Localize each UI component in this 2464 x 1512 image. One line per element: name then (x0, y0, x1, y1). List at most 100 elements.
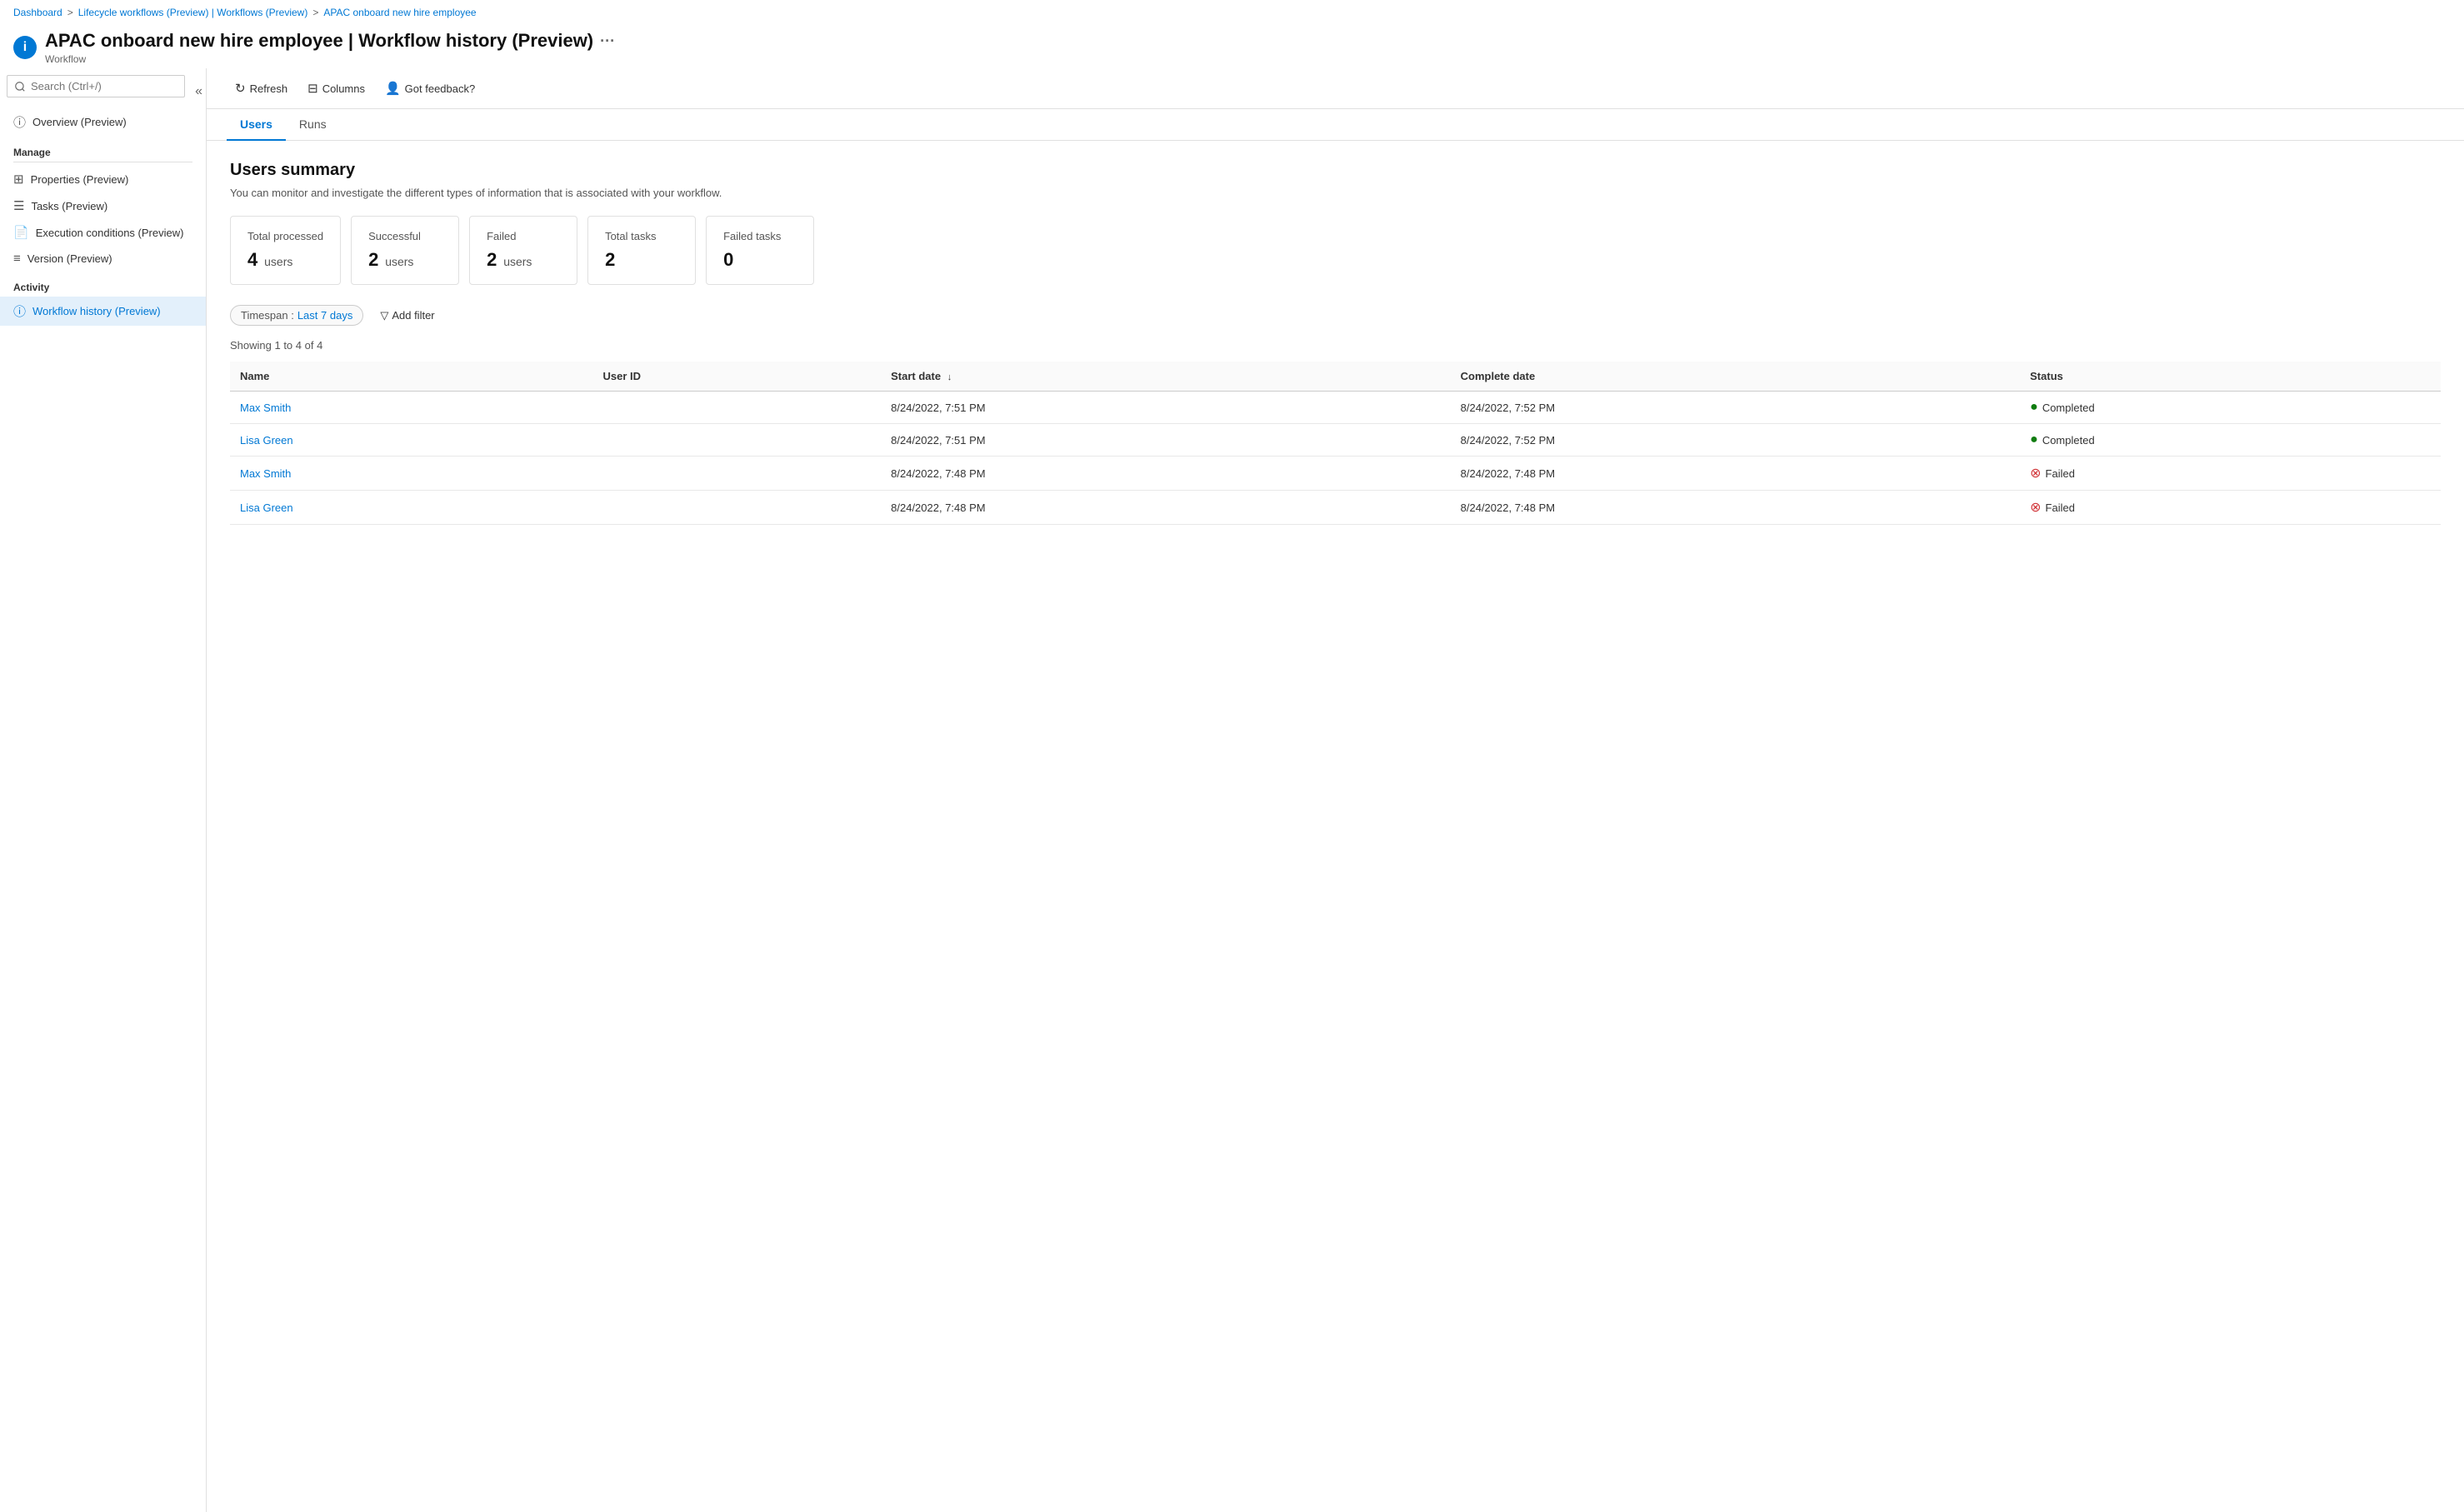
cell-status: ⊗ Failed (2020, 491, 2441, 525)
breadcrumb-dashboard[interactable]: Dashboard (13, 7, 62, 18)
cell-user-id (592, 491, 881, 525)
card-failed-tasks-label: Failed tasks (723, 230, 797, 242)
add-filter-icon: ▽ (380, 309, 388, 322)
users-table: Name User ID Start date ↓ Complete date … (230, 362, 2441, 525)
timespan-filter[interactable]: Timespan : Last 7 days (230, 305, 363, 326)
feedback-icon: 👤 (385, 81, 401, 96)
info-icon: ⓘ (13, 113, 26, 131)
table-row: Lisa Green 8/24/2022, 7:48 PM 8/24/2022,… (230, 491, 2441, 525)
refresh-icon: ↻ (235, 81, 246, 96)
sidebar-search-row: « (0, 75, 206, 107)
tab-runs[interactable]: Runs (286, 109, 340, 141)
cell-complete-date: 8/24/2022, 7:52 PM (1451, 424, 2021, 457)
status-failed-icon: ⊗ (2030, 465, 2041, 482)
status-badge: ⊗ Failed (2030, 499, 2431, 516)
cell-start-date: 8/24/2022, 7:51 PM (881, 424, 1451, 457)
status-label: Failed (2046, 467, 2075, 480)
card-failed-label: Failed (487, 230, 560, 242)
content-area: ↻ Refresh ⊟ Columns 👤 Got feedback? User… (207, 68, 2464, 1512)
sort-icon-start-date: ↓ (947, 372, 952, 382)
user-name-link[interactable]: Max Smith (240, 402, 291, 414)
cell-status: ● Completed (2020, 392, 2441, 424)
sidebar-collapse-button[interactable]: « (192, 81, 206, 102)
status-failed-icon: ⊗ (2030, 499, 2041, 516)
columns-button[interactable]: ⊟ Columns (299, 77, 373, 100)
card-failed-value: 2 users (487, 249, 560, 271)
main-content: Users summary You can monitor and invest… (207, 141, 2464, 545)
card-total-processed-unit: users (261, 255, 292, 268)
card-total-tasks: Total tasks 2 (587, 216, 696, 285)
card-successful: Successful 2 users (351, 216, 459, 285)
columns-icon: ⊟ (307, 81, 318, 96)
execution-icon: 📄 (13, 225, 29, 240)
cell-user-id (592, 424, 881, 457)
col-start-date[interactable]: Start date ↓ (881, 362, 1451, 392)
page-header-icon: i (13, 36, 37, 59)
sidebar-item-overview[interactable]: ⓘ Overview (Preview) (0, 107, 206, 137)
section-description: You can monitor and investigate the diff… (230, 187, 2441, 199)
status-completed-icon: ● (2030, 432, 2038, 447)
refresh-button[interactable]: ↻ Refresh (227, 77, 296, 100)
sidebar-item-execution-label: Execution conditions (Preview) (36, 227, 184, 239)
cell-complete-date: 8/24/2022, 7:48 PM (1451, 457, 2021, 491)
section-title: Users summary (230, 161, 2441, 180)
page-ellipsis-menu[interactable]: ··· (600, 32, 615, 50)
table-row: Max Smith 8/24/2022, 7:48 PM 8/24/2022, … (230, 457, 2441, 491)
sidebar-search-container (7, 75, 185, 97)
tab-users[interactable]: Users (227, 109, 286, 141)
version-icon: ≡ (13, 252, 21, 266)
tasks-icon: ☰ (13, 198, 24, 213)
status-label: Completed (2042, 434, 2095, 447)
card-successful-unit: users (382, 255, 413, 268)
table-row: Lisa Green 8/24/2022, 7:51 PM 8/24/2022,… (230, 424, 2441, 457)
card-total-tasks-value: 2 (605, 249, 678, 271)
feedback-button[interactable]: 👤 Got feedback? (377, 77, 483, 100)
card-successful-label: Successful (368, 230, 442, 242)
page-header: i APAC onboard new hire employee | Workf… (0, 25, 2464, 68)
tabs: Users Runs (207, 109, 2464, 141)
user-name-link[interactable]: Lisa Green (240, 502, 293, 514)
sidebar-item-properties[interactable]: ⊞ Properties (Preview) (0, 166, 206, 192)
sidebar-item-tasks-label: Tasks (Preview) (31, 200, 107, 212)
sidebar-item-version[interactable]: ≡ Version (Preview) (0, 246, 206, 272)
status-completed-icon: ● (2030, 400, 2038, 415)
sidebar-item-version-label: Version (Preview) (27, 252, 112, 265)
card-total-processed-value: 4 users (247, 249, 323, 271)
user-name-link[interactable]: Lisa Green (240, 434, 293, 447)
breadcrumb-lifecycle-workflows[interactable]: Lifecycle workflows (Preview) | Workflow… (78, 7, 308, 18)
breadcrumb-apac-onboard[interactable]: APAC onboard new hire employee (323, 7, 476, 18)
breadcrumb: Dashboard > Lifecycle workflows (Preview… (0, 0, 2464, 25)
sidebar-item-tasks[interactable]: ☰ Tasks (Preview) (0, 192, 206, 219)
workflow-history-icon: ⓘ (13, 302, 26, 320)
status-badge: ● Completed (2030, 400, 2431, 415)
search-input[interactable] (7, 75, 185, 97)
cell-complete-date: 8/24/2022, 7:48 PM (1451, 491, 2021, 525)
status-badge: ● Completed (2030, 432, 2431, 447)
status-label: Failed (2046, 502, 2075, 514)
table-row: Max Smith 8/24/2022, 7:51 PM 8/24/2022, … (230, 392, 2441, 424)
sidebar-item-properties-label: Properties (Preview) (31, 173, 129, 186)
properties-icon: ⊞ (13, 172, 24, 187)
col-user-id: User ID (592, 362, 881, 392)
timespan-filter-value: Last 7 days (297, 309, 353, 322)
filter-row: Timespan : Last 7 days ▽ Add filter (230, 305, 2441, 326)
col-status: Status (2020, 362, 2441, 392)
status-label: Completed (2042, 402, 2095, 414)
toolbar: ↻ Refresh ⊟ Columns 👤 Got feedback? (207, 68, 2464, 109)
main-layout: « ⓘ Overview (Preview) Manage ⊞ Properti… (0, 68, 2464, 1512)
col-name: Name (230, 362, 592, 392)
add-filter-button[interactable]: ▽ Add filter (373, 306, 441, 326)
table-body: Max Smith 8/24/2022, 7:51 PM 8/24/2022, … (230, 392, 2441, 525)
cell-start-date: 8/24/2022, 7:48 PM (881, 457, 1451, 491)
sidebar-item-workflow-history[interactable]: ⓘ Workflow history (Preview) (0, 297, 206, 326)
summary-cards: Total processed 4 users Successful 2 use… (230, 216, 2441, 285)
user-name-link[interactable]: Max Smith (240, 467, 291, 480)
cell-status: ⊗ Failed (2020, 457, 2441, 491)
table-header: Name User ID Start date ↓ Complete date … (230, 362, 2441, 392)
cell-name: Lisa Green (230, 424, 592, 457)
card-total-processed: Total processed 4 users (230, 216, 341, 285)
cell-start-date: 8/24/2022, 7:51 PM (881, 392, 1451, 424)
sidebar-item-execution[interactable]: 📄 Execution conditions (Preview) (0, 219, 206, 246)
cell-complete-date: 8/24/2022, 7:52 PM (1451, 392, 2021, 424)
sidebar-activity-label: Activity (0, 272, 206, 297)
